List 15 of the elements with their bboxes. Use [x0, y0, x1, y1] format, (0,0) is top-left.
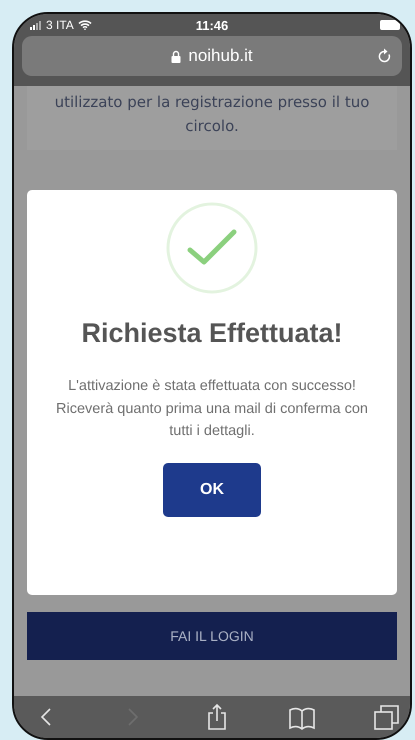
notice-text: utilizzato per la registrazione presso il tuo circolo.	[54, 92, 370, 137]
dialog-message: L'attivazione è stata effettuata con successo! Riceverà quanto prima una mail di conferma con tutti i dettagli.	[55, 377, 369, 441]
ok-button[interactable]: OK	[163, 462, 261, 516]
reload-icon[interactable]	[378, 48, 392, 64]
lock-icon	[171, 50, 182, 62]
status-time: 11:46	[196, 18, 228, 32]
dialog-title: Richiesta Effettuata!	[81, 318, 343, 349]
carrier-name: 3 ITA	[46, 18, 74, 32]
address-bar[interactable]: noihub.it	[22, 36, 402, 76]
checkmark-icon	[166, 202, 258, 294]
signal-icon	[30, 20, 42, 30]
tabs-icon[interactable]	[374, 703, 400, 731]
login-button[interactable]: FAI IL LOGIN	[27, 612, 397, 660]
battery-icon	[380, 20, 400, 30]
wifi-icon	[78, 20, 92, 30]
